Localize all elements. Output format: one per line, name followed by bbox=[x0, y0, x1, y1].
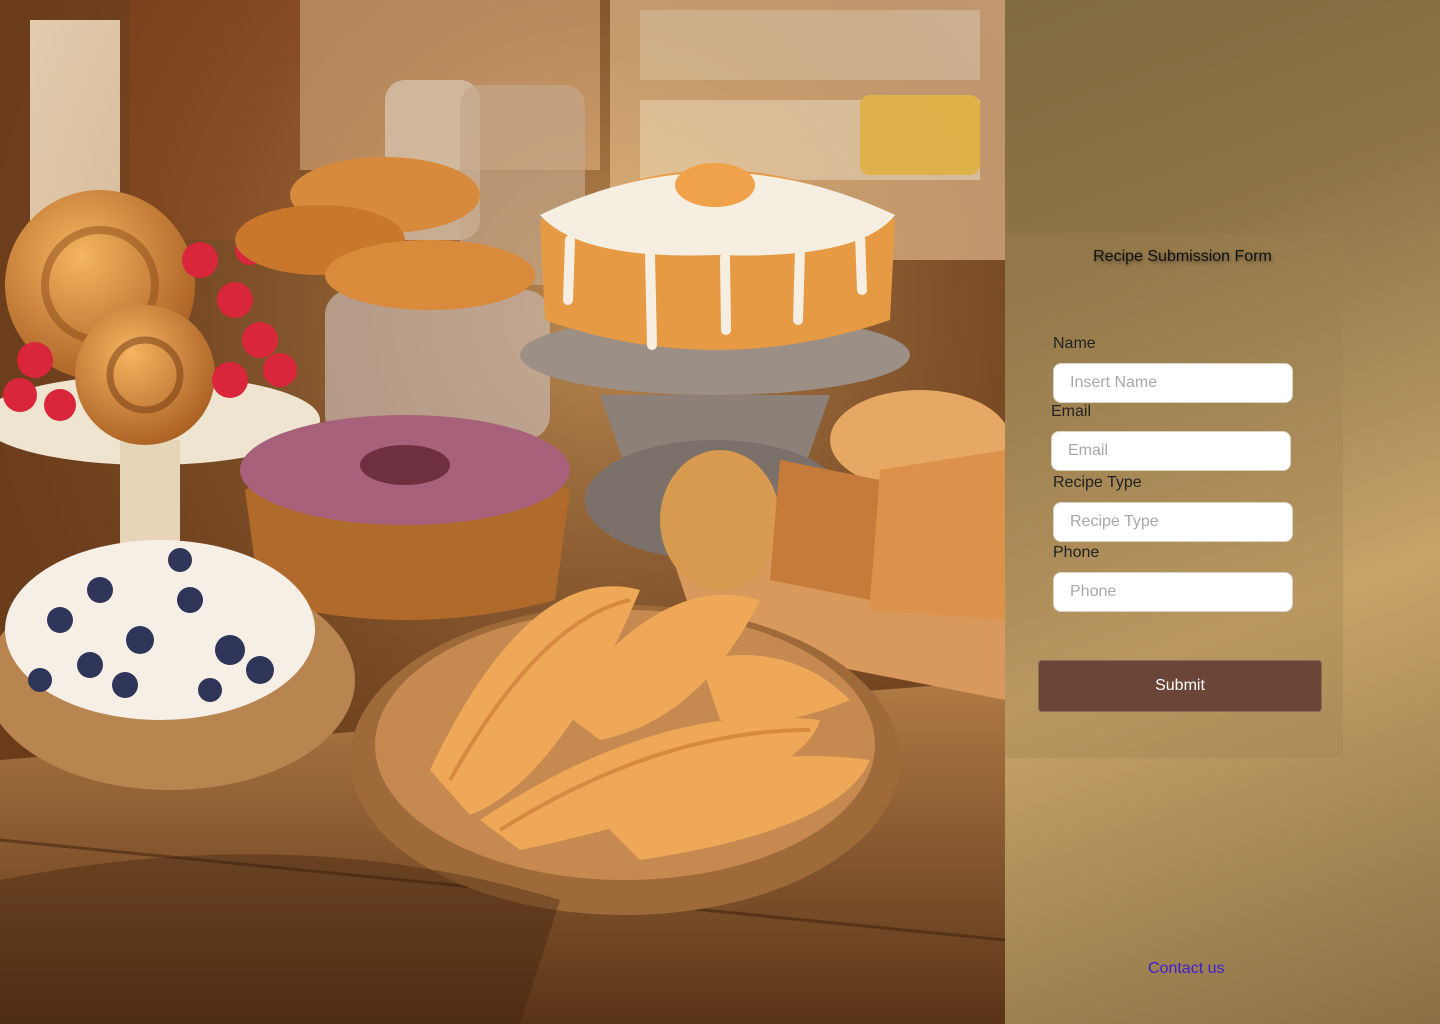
email-input[interactable] bbox=[1051, 431, 1291, 471]
contact-us-link[interactable]: Contact us bbox=[1148, 960, 1224, 978]
phone-label: Phone bbox=[1053, 544, 1100, 561]
name-label: Name bbox=[1053, 335, 1096, 352]
email-label: Email bbox=[1051, 403, 1092, 420]
form-panel: Recipe Submission Form Name Email Recipe… bbox=[1005, 0, 1440, 1024]
recipe-type-input[interactable] bbox=[1053, 502, 1293, 542]
submit-button[interactable]: Submit bbox=[1038, 660, 1322, 712]
phone-input[interactable] bbox=[1053, 572, 1293, 612]
bakery-hero-image bbox=[0, 0, 1005, 1024]
name-input[interactable] bbox=[1053, 363, 1293, 403]
recipe-type-label: Recipe Type bbox=[1053, 474, 1142, 491]
form-title: Recipe Submission Form bbox=[1093, 248, 1272, 265]
bakery-illustration bbox=[0, 0, 1005, 1024]
